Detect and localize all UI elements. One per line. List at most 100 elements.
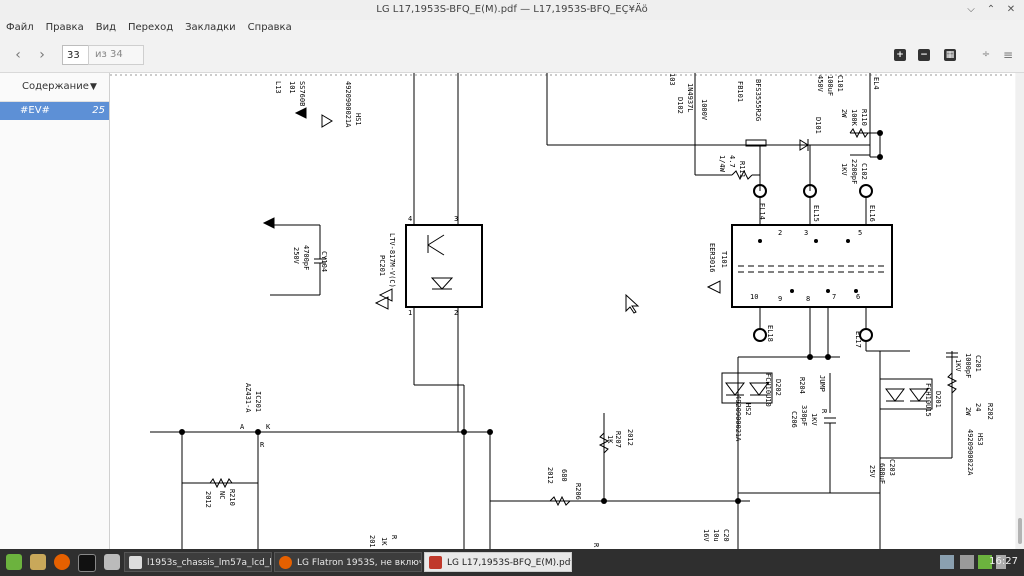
sidebar-item[interactable]: #EV# 25 — [0, 102, 109, 120]
menu-bar: Файл Правка Вид Переход Закладки Справка — [0, 20, 1024, 38]
label-r: R — [260, 441, 265, 449]
label-cy104-v: 250V — [292, 247, 300, 265]
label-pin3: 3 — [454, 215, 458, 223]
label-t101: T101 — [720, 251, 728, 268]
label-el14: EL14 — [758, 203, 766, 220]
label-hs3-part: 4920900022A — [966, 429, 974, 476]
label-c203: C203 — [888, 459, 896, 476]
label-pin-9: 9 — [778, 295, 782, 303]
sidebar: Содержание ▼ #EV# 25 — [0, 73, 110, 549]
label-c102-val: 2200pF — [850, 159, 858, 184]
chevron-down-icon[interactable]: ▼ — [90, 73, 97, 101]
page-total: из 34 — [88, 45, 144, 65]
next-page-icon[interactable]: › — [34, 47, 50, 63]
label-r110: R110 — [860, 109, 868, 126]
label-pin-7: 7 — [832, 293, 836, 301]
label-d102-v: 1000V — [700, 99, 708, 121]
label-pin-10: 10 — [750, 293, 758, 301]
label-hs1-part: 4920900021A — [344, 81, 352, 128]
label-pin1: 1 — [408, 309, 412, 317]
label-nc: NC — [218, 491, 226, 499]
scrollbar-thumb[interactable] — [1018, 518, 1022, 544]
label-pin4: 4 — [408, 215, 412, 223]
window-title: LG L17,1953S-BFQ_E(M).pdf — L17,1953S-BF… — [376, 4, 648, 15]
label-r202-w: 2W — [964, 407, 972, 416]
file-manager-icon[interactable] — [30, 554, 46, 570]
label-d202: D202 — [774, 379, 782, 396]
label-l13: L13 — [274, 81, 282, 94]
zoom-in-icon[interactable]: + — [894, 49, 906, 61]
maximize-icon[interactable]: ⌃ — [984, 3, 998, 17]
label-pin2: 2 — [454, 309, 458, 317]
label-pc201: PC201 — [378, 255, 386, 276]
label-c102-v: 1KV — [840, 163, 848, 176]
vertical-scrollbar[interactable] — [1016, 73, 1024, 549]
taskbar-item[interactable]: l1953s_chassis_lm57a_lcd_lg... — [124, 552, 272, 572]
volume-icon[interactable] — [960, 555, 974, 569]
label-c206-val: 330pF — [800, 405, 808, 426]
label-cy104: CY104 — [320, 251, 328, 272]
menu-help[interactable]: Справка — [242, 20, 298, 35]
label-c201-val: 1000pF — [964, 353, 972, 378]
taskbar-item-label: LG Flatron 1953S, не включ... — [297, 558, 422, 568]
prev-page-icon[interactable]: ‹ — [10, 47, 26, 63]
label-hs2: HS2 — [744, 403, 752, 416]
label-d103: 103 — [668, 73, 676, 86]
label-ic201: IC201 — [254, 391, 262, 412]
label-cy104-val: 4700pF — [302, 245, 310, 270]
zoom-out-icon[interactable]: − — [918, 49, 930, 61]
label-pin-3: 3 — [804, 229, 808, 237]
show-desktop-icon[interactable] — [104, 554, 120, 570]
menu-icon[interactable]: ≡ — [1000, 47, 1016, 63]
label-bot2: 201 — [368, 535, 376, 548]
fit-page-icon[interactable]: ▦ — [944, 49, 956, 61]
label-fb101: FB101 — [736, 81, 744, 102]
taskbar-item[interactable]: LG Flatron 1953S, не включ... — [274, 552, 422, 572]
label-r206-val: 680 — [560, 469, 568, 482]
mint-menu-icon[interactable] — [6, 554, 22, 570]
label-ss: SS760B — [298, 81, 306, 106]
mouse-cursor-icon — [625, 293, 640, 314]
label-c203-v: 25V — [868, 465, 876, 478]
firefox-icon[interactable] — [54, 554, 70, 570]
label-a: A — [240, 423, 245, 431]
menu-file[interactable]: Файл — [0, 20, 40, 35]
label-d201: D201 — [934, 391, 942, 408]
label-c206: C206 — [790, 411, 798, 428]
label-el16: EL16 — [868, 205, 876, 222]
label-r207: R207 — [614, 431, 622, 448]
menu-edit[interactable]: Правка — [40, 20, 90, 35]
taskbar-item[interactable]: LG L17,1953S-BFQ_E(M).pdf ... — [424, 552, 572, 572]
label-r110-w: 2W — [840, 109, 848, 118]
label-d102: D102 — [676, 97, 684, 114]
annotate-icon[interactable]: ÷ — [978, 47, 994, 63]
pdf-icon — [429, 556, 442, 569]
label-t101-part: EER3016 — [708, 243, 716, 273]
label-c101-v2: 450V — [816, 75, 824, 93]
label-c20x-v2: 16V — [702, 529, 710, 542]
label-pin-5: 5 — [858, 229, 862, 237]
menu-bookmarks[interactable]: Закладки — [179, 20, 242, 35]
label-hs2-part: 4920900021A — [734, 395, 742, 442]
document-view[interactable]: L13 101 SS760B 4920900021A HS1 CY104 470… — [110, 73, 1015, 549]
label-c101-v1: 100uF — [826, 75, 834, 96]
label-fb-part: BFS3555R2G — [754, 79, 762, 121]
label-c20x: C20 — [722, 529, 730, 542]
menu-view[interactable]: Вид — [90, 20, 122, 35]
network-icon[interactable] — [940, 555, 954, 569]
label-r202: R202 — [986, 403, 994, 420]
label-r206-sz: 2012 — [546, 467, 554, 484]
terminal-icon[interactable] — [78, 554, 96, 572]
close-icon[interactable]: ✕ — [1004, 3, 1018, 17]
label-d101a: 101 — [288, 81, 296, 94]
label-r110-val: 100K — [850, 109, 858, 127]
minimize-icon[interactable]: ⌵ — [964, 3, 978, 17]
menu-go[interactable]: Переход — [122, 20, 179, 35]
sidebar-header[interactable]: Содержание ▼ — [0, 73, 109, 102]
clock[interactable]: 16:27 — [989, 556, 1018, 567]
schematic-drawing: L13 101 SS760B 4920900021A HS1 CY104 470… — [110, 73, 1015, 549]
label-r202-val: 24 — [974, 403, 982, 411]
label-c20x-v1: 10u — [712, 529, 720, 542]
label-r204: R204 — [798, 377, 806, 394]
label-r111-w: 1/4W — [718, 155, 726, 173]
